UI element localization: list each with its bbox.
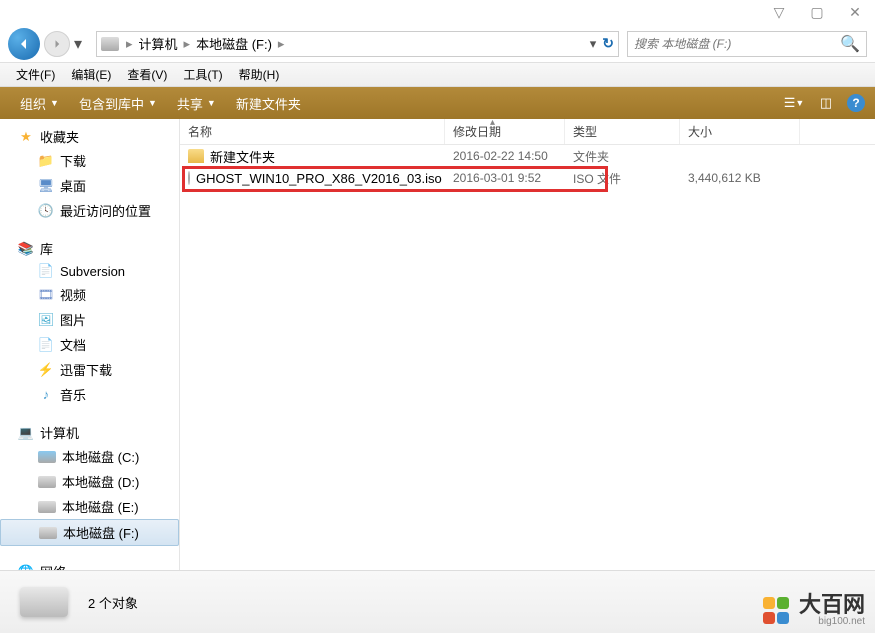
drive-icon <box>38 476 56 488</box>
menu-file[interactable]: 文件(F) <box>8 66 63 83</box>
menu-tools[interactable]: 工具(T) <box>175 66 230 83</box>
computer-icon: 💻 <box>18 425 34 441</box>
sidebar-recent[interactable]: 🕓最近访问的位置 <box>0 198 179 223</box>
sidebar-music[interactable]: ♪音乐 <box>0 382 179 407</box>
sidebar-documents[interactable]: 📄文档 <box>0 332 179 357</box>
file-name: GHOST_WIN10_PRO_X86_V2016_03.iso <box>196 171 442 186</box>
file-name: 新建文件夹 <box>210 147 275 166</box>
drive-icon <box>39 527 57 539</box>
disc-icon <box>188 171 190 185</box>
forward-button[interactable] <box>44 31 70 57</box>
object-count: 2 个对象 <box>88 593 138 612</box>
sidebar-network[interactable]: 🌐网络 <box>0 560 179 570</box>
address-dropdown[interactable]: ▾ <box>590 36 597 52</box>
file-list-pane: ▴ 名称 修改日期 类型 大小 新建文件夹 2016-02-22 14:50 文… <box>180 119 875 570</box>
menu-view[interactable]: 查看(V) <box>119 66 175 83</box>
desktop-icon: 🖥 <box>38 178 54 194</box>
sidebar-favorites[interactable]: ★收藏夹 <box>0 125 179 148</box>
music-icon: ♪ <box>38 387 54 403</box>
sidebar-videos[interactable]: 🎞视频 <box>0 282 179 307</box>
menu-help[interactable]: 帮助(H) <box>231 66 288 83</box>
download-icon: 📁 <box>38 153 54 169</box>
video-icon: 🎞 <box>38 287 54 303</box>
help-icon[interactable]: ? <box>847 94 865 112</box>
minimize-button[interactable]: ▽ <box>769 4 789 20</box>
history-dropdown[interactable]: ▾ <box>74 34 88 54</box>
maximize-button[interactable]: ▢ <box>807 4 827 20</box>
organize-button[interactable]: 组织▼ <box>10 87 69 119</box>
sidebar-subversion[interactable]: 📄Subversion <box>0 260 179 282</box>
drive-icon <box>101 37 119 51</box>
sidebar-libraries[interactable]: 📚库 <box>0 237 179 260</box>
view-options-icon[interactable]: ☰ ▼ <box>783 92 805 114</box>
sidebar-drive-e[interactable]: 本地磁盘 (E:) <box>0 494 179 519</box>
breadcrumb-computer[interactable]: 计算机 <box>136 34 181 53</box>
sidebar-computer[interactable]: 💻计算机 <box>0 421 179 444</box>
search-icon[interactable]: 🔍 <box>840 34 860 54</box>
share-button[interactable]: 共享▼ <box>167 87 226 119</box>
folder-icon: 📄 <box>38 263 54 279</box>
sidebar-thunder[interactable]: ⚡迅雷下载 <box>0 357 179 382</box>
sidebar-desktop[interactable]: 🖥桌面 <box>0 173 179 198</box>
status-bar: 2 个对象 <box>0 570 875 633</box>
file-date: 2016-02-22 14:50 <box>445 149 565 163</box>
column-name[interactable]: 名称 <box>180 119 445 144</box>
menu-edit[interactable]: 编辑(E) <box>63 66 119 83</box>
star-icon: ★ <box>18 129 34 145</box>
chevron-right-icon[interactable]: ▸ <box>181 36 194 52</box>
sidebar-downloads[interactable]: 📁下载 <box>0 148 179 173</box>
column-date[interactable]: 修改日期 <box>445 119 565 144</box>
picture-icon: 🖼 <box>38 312 54 328</box>
file-type: 文件夹 <box>565 148 680 165</box>
toolbar: 组织▼ 包含到库中▼ 共享▼ 新建文件夹 ☰ ▼ ◫ ? <box>0 87 875 119</box>
sidebar-pictures[interactable]: 🖼图片 <box>0 307 179 332</box>
chevron-right-icon[interactable]: ▸ <box>275 36 288 52</box>
navigation-bar: ▾ ▸ 计算机 ▸ 本地磁盘 (F:) ▸ ▾ ↻ 🔍 <box>0 25 875 63</box>
sidebar-drive-f[interactable]: 本地磁盘 (F:) <box>0 519 179 546</box>
back-button[interactable] <box>8 28 40 60</box>
thunder-icon: ⚡ <box>38 362 54 378</box>
new-folder-button[interactable]: 新建文件夹 <box>226 87 311 119</box>
address-bar[interactable]: ▸ 计算机 ▸ 本地磁盘 (F:) ▸ ▾ ↻ <box>96 31 619 57</box>
file-row[interactable]: 新建文件夹 2016-02-22 14:50 文件夹 <box>180 145 875 167</box>
drive-large-icon <box>20 587 68 617</box>
folder-icon <box>188 149 204 163</box>
sort-indicator-icon: ▴ <box>490 117 495 128</box>
drive-icon <box>38 501 56 513</box>
file-type: ISO 文件 <box>565 170 680 187</box>
breadcrumb-drive[interactable]: 本地磁盘 (F:) <box>193 34 275 53</box>
file-row[interactable]: GHOST_WIN10_PRO_X86_V2016_03.iso 2016-03… <box>180 167 875 189</box>
chevron-right-icon[interactable]: ▸ <box>123 36 136 52</box>
watermark-logo-icon <box>763 597 791 625</box>
menu-bar: 文件(F) 编辑(E) 查看(V) 工具(T) 帮助(H) <box>0 63 875 87</box>
watermark-url: big100.net <box>799 616 865 627</box>
include-library-button[interactable]: 包含到库中▼ <box>69 87 167 119</box>
drive-icon <box>38 451 56 463</box>
refresh-icon[interactable]: ↻ <box>602 35 614 52</box>
sidebar-drive-c[interactable]: 本地磁盘 (C:) <box>0 444 179 469</box>
document-icon: 📄 <box>38 337 54 353</box>
column-size[interactable]: 大小 <box>680 119 800 144</box>
library-icon: 📚 <box>18 241 34 257</box>
file-date: 2016-03-01 9:52 <box>445 171 565 185</box>
search-input[interactable] <box>634 37 840 51</box>
preview-pane-icon[interactable]: ◫ <box>815 92 837 114</box>
file-size: 3,440,612 KB <box>680 171 800 185</box>
column-headers: 名称 修改日期 类型 大小 <box>180 119 875 145</box>
recent-icon: 🕓 <box>38 203 54 219</box>
close-button[interactable]: ✕ <box>845 4 865 20</box>
watermark-text: 大百网 <box>799 594 865 616</box>
sidebar-drive-d[interactable]: 本地磁盘 (D:) <box>0 469 179 494</box>
watermark: 大百网 big100.net <box>763 594 865 627</box>
search-box[interactable]: 🔍 <box>627 31 867 57</box>
navigation-pane: ★收藏夹 📁下载 🖥桌面 🕓最近访问的位置 📚库 📄Subversion 🎞视频… <box>0 119 180 570</box>
column-type[interactable]: 类型 <box>565 119 680 144</box>
